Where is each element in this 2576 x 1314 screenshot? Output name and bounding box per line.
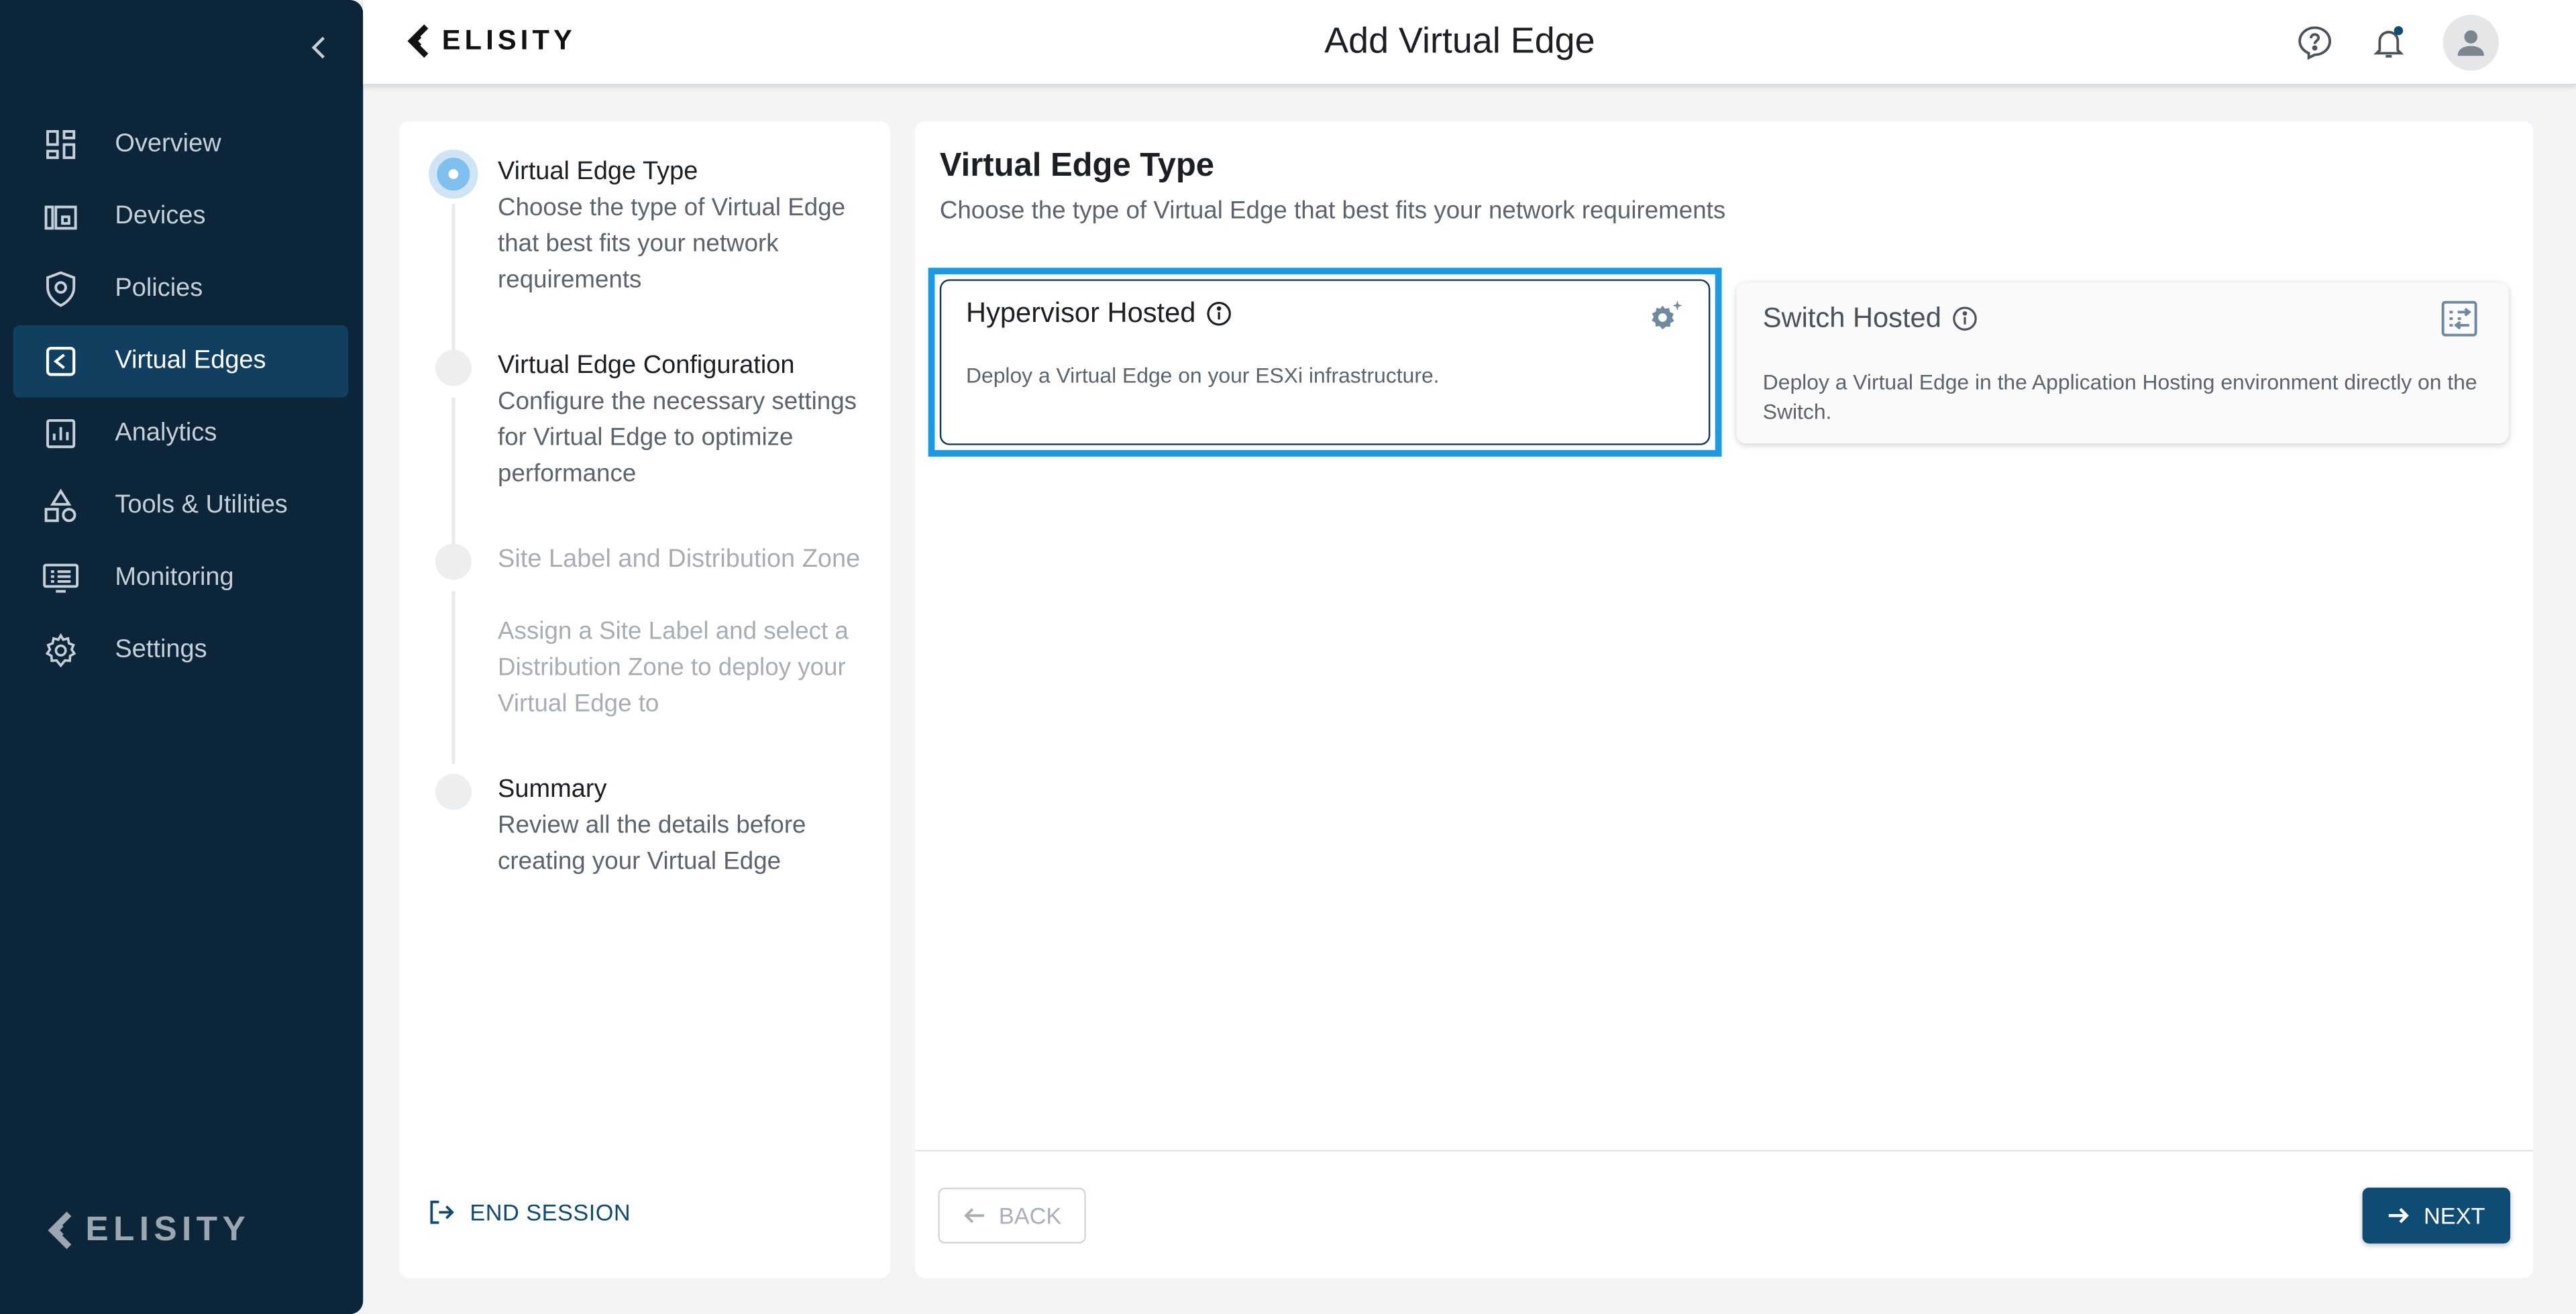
section-subtitle: Choose the type of Virtual Edge that bes… bbox=[939, 197, 1726, 225]
step-title: Site Label and Distribution Zone bbox=[498, 545, 861, 573]
section-title: Virtual Edge Type bbox=[939, 148, 1215, 184]
monitoring-icon bbox=[41, 559, 80, 598]
devices-icon bbox=[41, 197, 80, 237]
page-title: Add Virtual Edge bbox=[1324, 19, 1595, 61]
next-button[interactable]: NEXT bbox=[2362, 1187, 2511, 1244]
sidebar-item-label: Tools & Utilities bbox=[115, 491, 288, 519]
sidebar-item-label: Analytics bbox=[115, 419, 217, 447]
option-description: Deploy a Virtual Edge on your ESXi infra… bbox=[966, 363, 1440, 388]
user-avatar[interactable] bbox=[2443, 15, 2499, 71]
sidebar-item-label: Devices bbox=[115, 202, 206, 230]
main-panel: Virtual Edge Type Choose the type of Vir… bbox=[915, 121, 2534, 1278]
option-card-hypervisor-hosted[interactable]: Hypervisor Hosted Deploy a Virtual Edge … bbox=[928, 268, 1722, 457]
elisity-mark-icon bbox=[48, 1211, 72, 1250]
sidebar-item-monitoring[interactable]: Monitoring bbox=[13, 542, 349, 614]
back-label: BACK bbox=[998, 1202, 1062, 1229]
end-session-button[interactable]: END SESSION bbox=[427, 1197, 631, 1227]
sidebar: Overview Devices Policies Virtual Edges bbox=[0, 0, 364, 1314]
sidebar-item-label: Overview bbox=[115, 129, 221, 158]
sidebar-item-virtual-edges[interactable]: Virtual Edges bbox=[13, 325, 349, 398]
chevron-left-icon bbox=[311, 36, 325, 59]
footer-divider bbox=[915, 1150, 2534, 1152]
sidebar-item-overview[interactable]: Overview bbox=[13, 109, 349, 181]
step-indicator-active bbox=[429, 149, 478, 199]
sidebar-item-analytics[interactable]: Analytics bbox=[13, 398, 349, 470]
step-description: Configure the necessary settings for Vir… bbox=[498, 387, 857, 488]
step-indicator bbox=[435, 773, 472, 810]
collapse-sidebar-button[interactable] bbox=[303, 30, 335, 66]
wizard-stepper: Virtual Edge Type Choose the type of Vir… bbox=[399, 121, 891, 1278]
step-title: Virtual Edge Configuration bbox=[498, 351, 795, 380]
next-label: NEXT bbox=[2424, 1202, 2485, 1229]
back-button[interactable]: BACK bbox=[938, 1187, 1086, 1244]
switch-icon bbox=[2438, 297, 2481, 340]
tools-icon bbox=[41, 486, 80, 526]
step-indicator bbox=[435, 349, 472, 386]
sidebar-item-label: Monitoring bbox=[115, 563, 234, 592]
gear-sparkle-icon bbox=[1644, 296, 1687, 339]
logout-icon bbox=[430, 1201, 454, 1224]
sidebar-item-label: Virtual Edges bbox=[115, 346, 266, 375]
virtual-edges-icon bbox=[41, 341, 80, 381]
overview-icon bbox=[41, 125, 80, 164]
top-header: ELISITY Add Virtual Edge bbox=[363, 0, 2576, 86]
option-title-text: Hypervisor Hosted bbox=[966, 297, 1196, 329]
option-card-switch-hosted[interactable]: Switch Hosted Deploy a Virtual Edge in t… bbox=[1736, 282, 2509, 444]
sidebar-item-devices[interactable]: Devices bbox=[13, 180, 349, 253]
step-connector bbox=[451, 591, 455, 764]
sidebar-item-settings[interactable]: Settings bbox=[13, 614, 349, 687]
user-icon bbox=[2457, 30, 2484, 56]
sidebar-item-label: Settings bbox=[115, 635, 207, 664]
sidebar-logo: ELISITY bbox=[46, 1211, 251, 1250]
arrow-left-icon bbox=[964, 1208, 984, 1223]
arrow-right-icon bbox=[2389, 1207, 2410, 1223]
option-title: Switch Hosted bbox=[1763, 303, 1978, 335]
sidebar-item-label: Policies bbox=[115, 274, 203, 303]
bell-icon bbox=[2373, 25, 2404, 58]
policies-shield-icon bbox=[41, 270, 80, 309]
analytics-icon bbox=[41, 414, 80, 453]
info-icon[interactable] bbox=[1951, 306, 1978, 332]
help-button[interactable] bbox=[2294, 21, 2337, 64]
gear-icon bbox=[41, 631, 80, 670]
step-title: Summary bbox=[498, 775, 607, 804]
option-title: Hypervisor Hosted bbox=[966, 297, 1232, 330]
info-icon[interactable] bbox=[1205, 300, 1232, 327]
sidebar-item-policies[interactable]: Policies bbox=[13, 253, 349, 325]
sidebar-item-tools-utilities[interactable]: Tools & Utilities bbox=[13, 470, 349, 542]
notifications-button[interactable] bbox=[2367, 21, 2410, 64]
step-description: Review all the details before creating y… bbox=[498, 811, 806, 876]
sidebar-logo-text: ELISITY bbox=[85, 1210, 251, 1249]
step-description: Choose the type of Virtual Edge that bes… bbox=[498, 193, 846, 294]
step-title: Virtual Edge Type bbox=[498, 158, 698, 186]
step-description: Assign a Site Label and select a Distrib… bbox=[498, 617, 849, 718]
step-indicator bbox=[435, 543, 472, 580]
option-title-text: Switch Hosted bbox=[1762, 302, 1941, 334]
sidebar-nav: Overview Devices Policies Virtual Edges bbox=[13, 109, 349, 687]
end-session-label: END SESSION bbox=[470, 1199, 631, 1225]
help-icon bbox=[2298, 26, 2331, 60]
option-description: Deploy a Virtual Edge in the Application… bbox=[1762, 370, 2477, 424]
